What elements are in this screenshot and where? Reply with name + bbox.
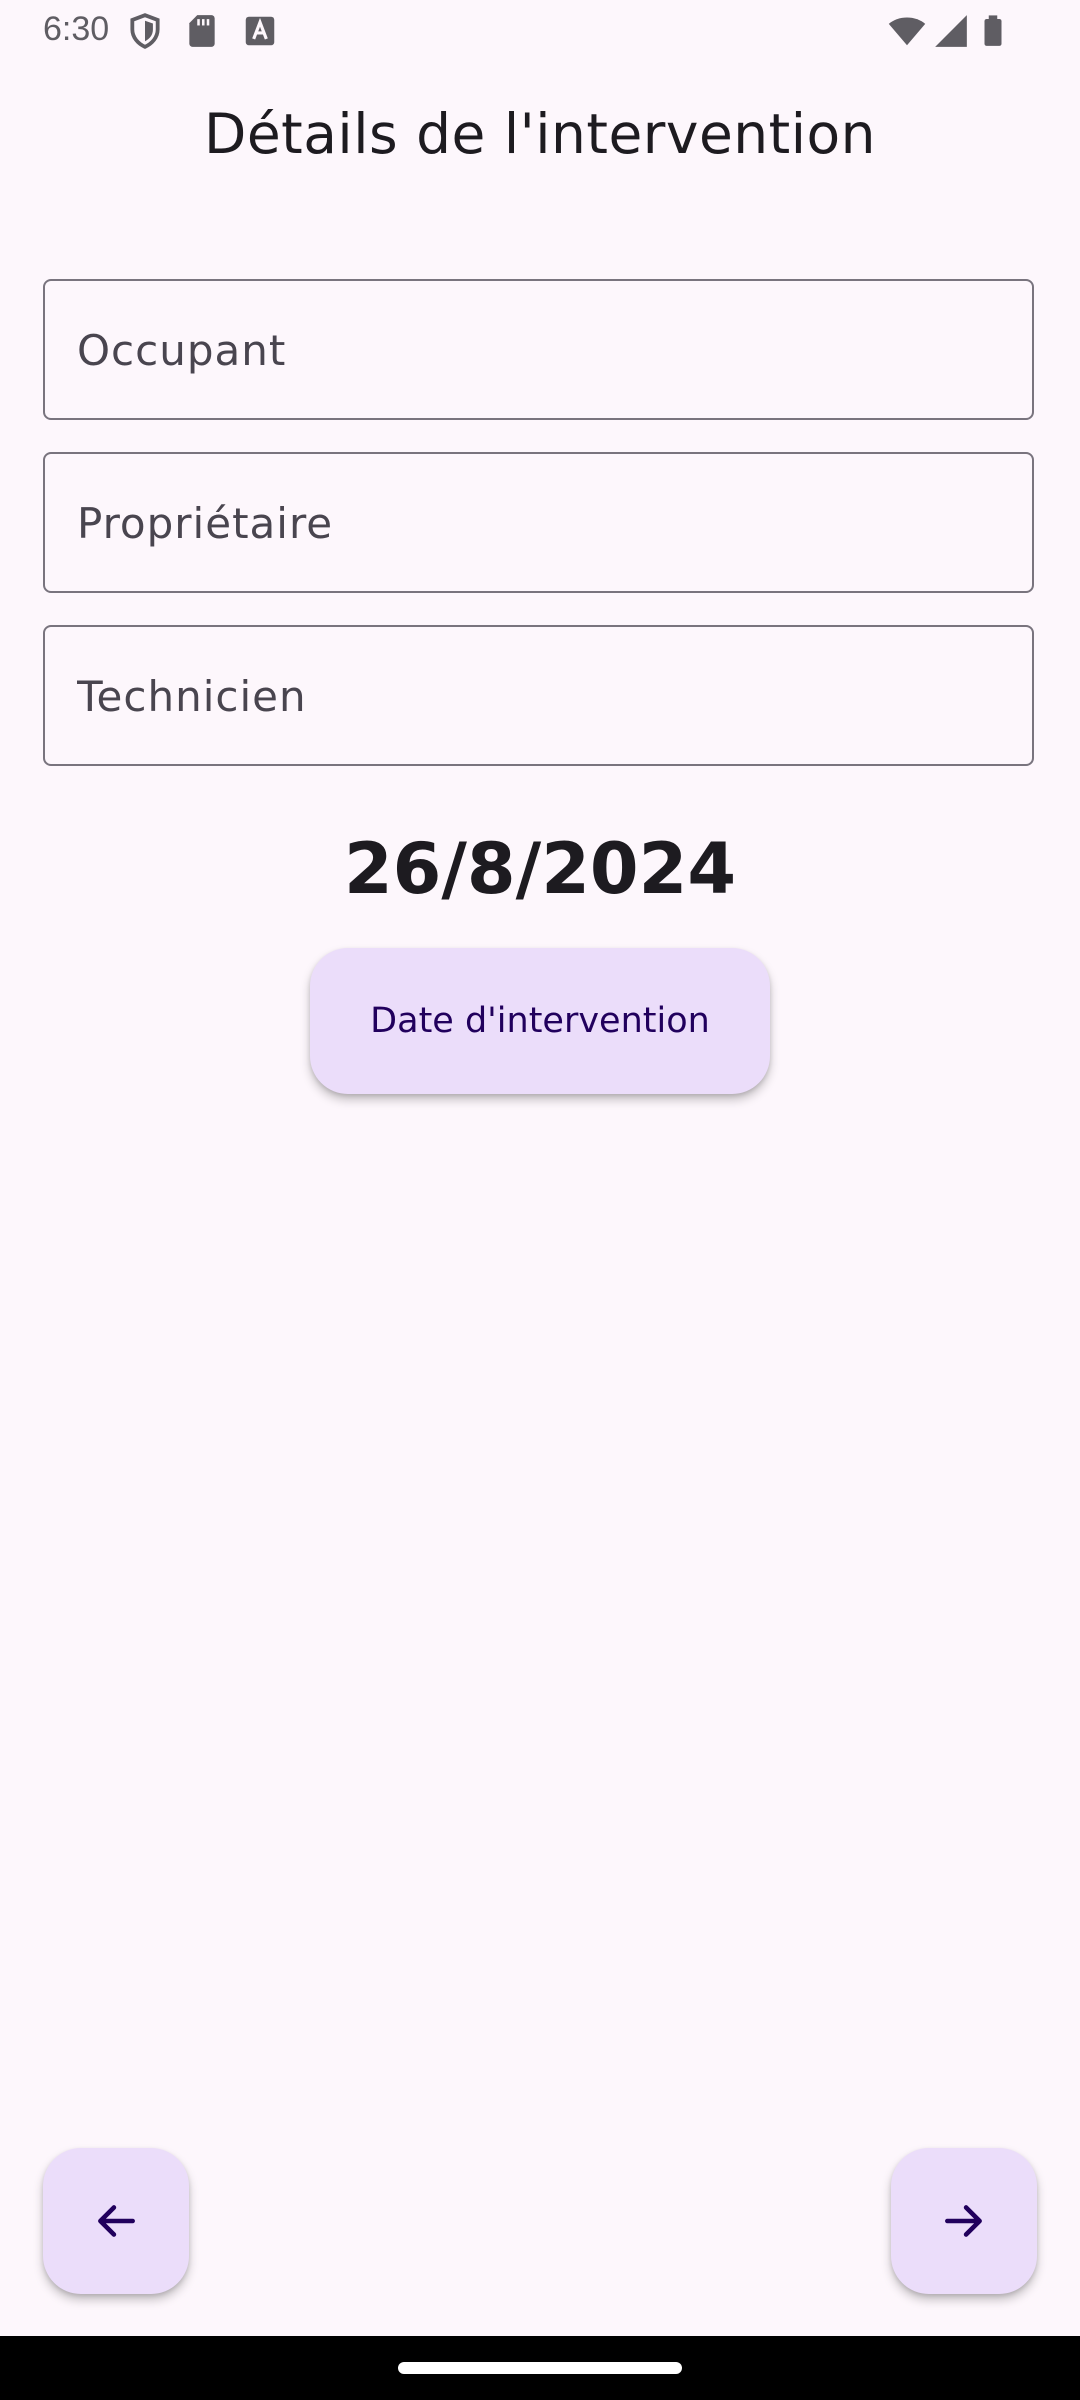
occupant-input[interactable] — [75, 281, 1009, 419]
home-gesture-handle[interactable] — [398, 2362, 682, 2374]
back-button[interactable] — [43, 2148, 189, 2294]
arrow-right-icon — [945, 2205, 982, 2237]
intervention-date: 26/8/2024 — [343, 828, 737, 910]
battery-icon — [984, 15, 1002, 46]
status-time: 6:30 — [43, 10, 110, 48]
shield-icon — [130, 13, 160, 49]
proprietaire-input[interactable] — [75, 454, 1009, 592]
occupant-field[interactable] — [43, 279, 1034, 420]
technicien-field[interactable] — [43, 625, 1034, 766]
status-bar: 6:30 — [0, 0, 1080, 62]
proprietaire-field[interactable] — [43, 452, 1034, 593]
page-title: Détails de l'intervention — [203, 102, 877, 166]
date-intervention-button-label: Date d'intervention — [370, 1001, 710, 1041]
wifi-icon — [888, 17, 926, 46]
sd-card-icon — [189, 15, 215, 47]
arrow-left-icon — [98, 2205, 135, 2237]
date-intervention-button[interactable]: Date d'intervention — [310, 948, 770, 1094]
next-button[interactable] — [891, 2148, 1037, 2294]
text-a-icon — [245, 16, 275, 46]
signal-icon — [935, 15, 967, 47]
technicien-input[interactable] — [75, 627, 1009, 765]
